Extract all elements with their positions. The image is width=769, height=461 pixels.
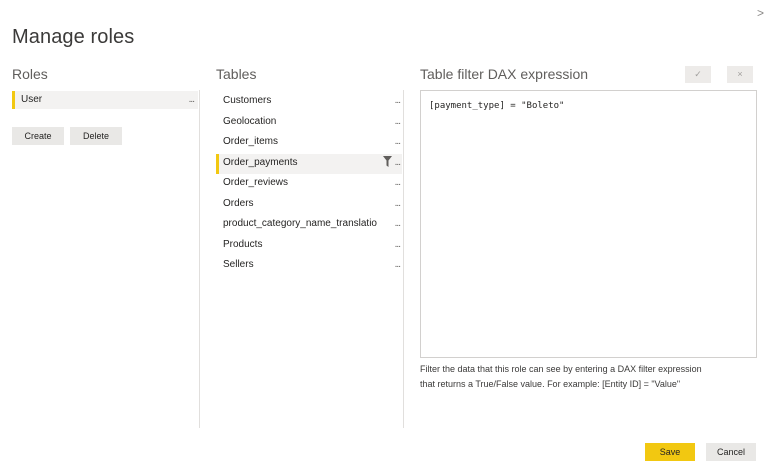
cancel-button[interactable]: Cancel bbox=[706, 443, 756, 461]
table-more-button[interactable]: ... bbox=[395, 133, 401, 151]
tables-header: Tables bbox=[216, 66, 257, 82]
cancel-dax-close-icon[interactable]: × bbox=[727, 66, 753, 83]
dax-help-text: Filter the data that this role can see b… bbox=[420, 364, 702, 389]
close-dialog-icon[interactable]: > bbox=[757, 6, 764, 20]
table-item-order-payments[interactable]: Order_payments ... bbox=[216, 153, 402, 174]
table-item-sellers[interactable]: Sellers... bbox=[216, 256, 402, 277]
table-item-product-category-name-translation[interactable]: product_category_name_translatio... bbox=[216, 215, 402, 236]
table-more-button[interactable]: ... bbox=[395, 256, 401, 274]
table-more-button[interactable]: ... bbox=[395, 236, 401, 254]
table-item-customers[interactable]: Customers... bbox=[216, 92, 402, 113]
tables-divider bbox=[403, 90, 404, 428]
delete-role-button[interactable]: Delete bbox=[70, 127, 122, 145]
table-item-order-items[interactable]: Order_items... bbox=[216, 133, 402, 154]
dax-expression-editor[interactable]: [payment_type] = "Boleto" bbox=[420, 90, 757, 358]
page-title: Manage roles bbox=[12, 26, 135, 48]
table-item-geolocation[interactable]: Geolocation... bbox=[216, 113, 402, 134]
roles-divider bbox=[199, 90, 200, 428]
filter-icon bbox=[383, 155, 392, 167]
table-item-products[interactable]: Products... bbox=[216, 236, 402, 257]
dax-header: Table filter DAX expression bbox=[420, 66, 589, 82]
dax-expression-text: [payment_type] = "Boleto" bbox=[429, 101, 565, 111]
table-more-button[interactable]: ... bbox=[395, 113, 401, 131]
table-more-button[interactable]: ... bbox=[395, 215, 401, 233]
table-more-button[interactable]: ... bbox=[395, 154, 401, 172]
table-more-button[interactable]: ... bbox=[395, 92, 401, 110]
role-item-label: User bbox=[21, 94, 43, 105]
role-more-button[interactable]: ... bbox=[189, 91, 195, 109]
tables-list: Customers... Geolocation... Order_items.… bbox=[216, 92, 402, 277]
roles-header: Roles bbox=[12, 66, 48, 82]
table-more-button[interactable]: ... bbox=[395, 174, 401, 192]
table-item-orders[interactable]: Orders... bbox=[216, 195, 402, 216]
role-item-user[interactable]: User ... bbox=[12, 91, 198, 109]
table-more-button[interactable]: ... bbox=[395, 195, 401, 213]
table-item-order-reviews[interactable]: Order_reviews... bbox=[216, 174, 402, 195]
apply-dax-check-icon[interactable]: ✓ bbox=[685, 66, 711, 83]
save-button[interactable]: Save bbox=[645, 443, 695, 461]
create-role-button[interactable]: Create bbox=[12, 127, 64, 145]
